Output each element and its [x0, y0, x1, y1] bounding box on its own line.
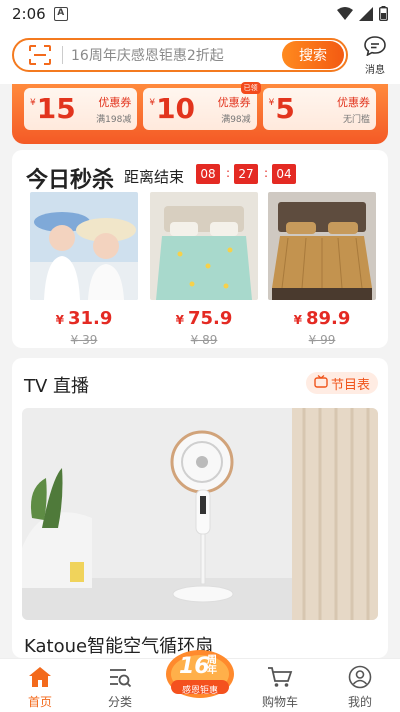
product-image-bamboo-mat: [268, 192, 376, 300]
nav-home-label: 首页: [27, 695, 52, 709]
search-bar[interactable]: 16周年庆感恩钜惠2折起 搜索: [12, 38, 348, 72]
countdown-seconds: 04: [272, 164, 296, 184]
nav-cart-label: 购物车: [261, 695, 298, 709]
wifi-icon: [337, 6, 353, 25]
coupon-condition: 无门槛: [342, 114, 370, 125]
tv-live-card: TV 直播 节目表 Katoue智能空气循环扇: [12, 358, 388, 658]
coupon-title: 优惠券: [336, 95, 370, 109]
countdown-minutes: 27: [234, 164, 258, 184]
coupon-card[interactable]: 已领 ¥ 10 优惠券 满98减: [143, 82, 261, 130]
search-divider: [62, 46, 63, 64]
coupon-card[interactable]: ¥ 15 优惠券 满198减: [24, 88, 138, 130]
product-original-price: ¥ 39: [70, 333, 98, 347]
countdown-hours: 08: [196, 164, 220, 184]
search-input[interactable]: 16周年庆感恩钜惠2折起: [71, 45, 282, 65]
tv-icon: [314, 374, 328, 392]
coupon-card[interactable]: ¥ 5 优惠券 无门槛: [262, 88, 376, 130]
coupon-tag: 已领: [240, 82, 261, 94]
message-label: 消息: [365, 65, 385, 76]
product-image-sun-hat: [30, 192, 138, 300]
schedule-label: 节目表: [330, 377, 370, 393]
notification-a-icon: A: [53, 7, 68, 21]
message-button[interactable]: 消息: [360, 36, 390, 76]
countdown-label: 距离结束: [124, 168, 185, 186]
price-currency: ¥: [55, 313, 64, 327]
coupon-band: ¥ 15 优惠券 满198减 已领 ¥ 10 优惠券 满98减 ¥ 5 优惠券 …: [12, 82, 388, 144]
tv-live-video[interactable]: [22, 408, 378, 620]
anniversary-slogan: 感恩钜惠: [181, 686, 218, 696]
tv-live-title: TV 直播: [24, 376, 90, 397]
countdown-separator: :: [226, 166, 231, 180]
nav-category-label: 分类: [107, 695, 132, 709]
countdown-separator: :: [264, 166, 269, 180]
coupon-currency: ¥: [149, 98, 156, 108]
coupon-amount: 10: [156, 92, 196, 125]
coupon-currency: ¥: [30, 98, 36, 108]
flash-sale-card: 今日秒杀 距离结束 08 : 27 : 04 ¥31.9 ¥ 39 ¥ 75.9…: [12, 150, 388, 348]
cart-icon: [267, 665, 293, 689]
coupon-title: 优惠券: [98, 95, 132, 109]
category-search-icon: [108, 665, 132, 689]
flash-product[interactable]: ¥89.9 ¥ 99: [268, 192, 376, 347]
price-currency: ¥: [293, 313, 302, 327]
scan-icon[interactable]: [22, 40, 58, 70]
nav-home[interactable]: 首页: [0, 659, 80, 712]
flash-sale-title: 今日秒杀: [26, 168, 115, 193]
flash-product[interactable]: ¥31.9 ¥ 39: [30, 192, 138, 347]
nav-category[interactable]: 分类: [80, 659, 160, 712]
coupon-title: 优惠券: [217, 95, 251, 109]
nav-profile-label: 我的: [347, 695, 372, 709]
product-price: 31.9: [67, 308, 113, 329]
chat-bubble-icon: [364, 36, 386, 60]
price-currency: ¥: [175, 313, 184, 327]
search-button[interactable]: 搜索: [282, 41, 344, 69]
nav-profile[interactable]: 我的: [320, 659, 400, 712]
coupon-amount: 5: [275, 92, 295, 125]
anniversary-number: 16: [179, 654, 210, 679]
profile-icon: [348, 665, 372, 689]
coupon-condition: 满198减: [96, 114, 132, 125]
status-time: 2:06: [12, 5, 46, 23]
product-image-bedding: [150, 192, 258, 300]
status-bar: 2:06 A: [0, 0, 400, 28]
product-original-price: ¥ 89: [190, 333, 218, 347]
home-icon: [28, 665, 52, 689]
anniversary-badge[interactable]: 16 周年 感恩钜惠: [163, 640, 237, 700]
nav-cart[interactable]: 购物车: [240, 659, 320, 712]
coupon-currency: ¥: [268, 98, 275, 108]
header: 16周年庆感恩钜惠2折起 搜索 消息: [0, 28, 400, 84]
battery-icon: [378, 6, 388, 25]
product-price: 89.9: [305, 308, 351, 329]
anniversary-years: 周年: [207, 655, 217, 676]
flash-product[interactable]: ¥75.9 ¥ 89: [150, 192, 258, 347]
product-price: 75.9: [187, 308, 233, 329]
schedule-button[interactable]: 节目表: [305, 372, 378, 394]
signal-icon: [359, 6, 373, 25]
coupon-condition: 满98减: [221, 114, 251, 125]
product-original-price: ¥ 99: [308, 333, 336, 347]
coupon-amount: 15: [36, 92, 76, 125]
